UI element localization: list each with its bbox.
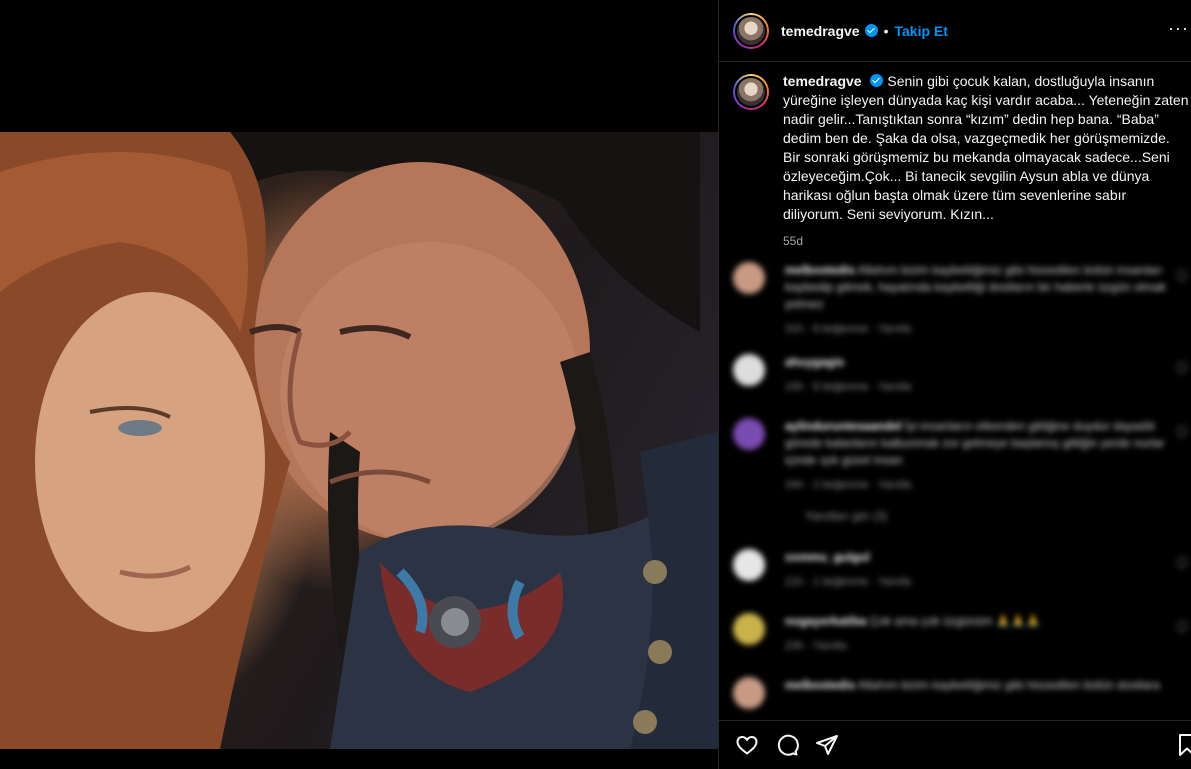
- follow-button[interactable]: Takip Et: [895, 23, 948, 39]
- comment-text: Allahım bizim kaybettiğimiz gibi hissedi…: [857, 678, 1160, 692]
- bookmark-icon[interactable]: [1177, 733, 1191, 757]
- comment-item: ahuygagis 15h · 8 beğenme · Yanıtla: [733, 354, 1191, 396]
- post-age[interactable]: 55d: [783, 232, 1189, 251]
- more-horizontal-icon[interactable]: ···: [1168, 18, 1189, 39]
- comment-meta[interactable]: 15h · 8 beğenme · Yanıtla: [785, 379, 1175, 396]
- comment-icon[interactable]: [775, 733, 799, 757]
- comment-item: aylinduruntesaandel İyi insanların etken…: [733, 418, 1191, 494]
- post-actions-bar: [719, 720, 1191, 769]
- comment-like-heart-icon[interactable]: [1174, 267, 1190, 283]
- comment-meta[interactable]: 21h · 1 beğenme · Yanıtla: [785, 574, 1175, 591]
- comment-like-heart-icon[interactable]: [1174, 554, 1190, 570]
- comment-body: melbostedis Allahım bizim kaybettiğimiz …: [785, 677, 1175, 709]
- comment-item: xxmmu_gulgul 21h · 1 beğenme · Yanıtla: [733, 549, 1191, 591]
- view-replies-label[interactable]: Yanıtları gör (3): [805, 508, 1191, 525]
- post-header: temedragve • Takip Et ···: [719, 0, 1191, 62]
- caption-username[interactable]: temedragve: [783, 73, 862, 89]
- author-avatar-image: [735, 14, 767, 47]
- caption-text: Senin gibi çocuk kalan, dostluğuyla insa…: [783, 73, 1189, 222]
- author-avatar[interactable]: [733, 12, 769, 49]
- verified-badge-icon: [864, 24, 878, 37]
- post-photo[interactable]: [0, 132, 718, 749]
- comment-username[interactable]: melbostedis: [785, 678, 855, 692]
- comment-body: melbostedis Allahım bizim kaybettiğimiz …: [785, 262, 1175, 338]
- comment-username[interactable]: melbostedis: [785, 263, 855, 277]
- share-icon[interactable]: [815, 733, 839, 757]
- caption-author-avatar[interactable]: [733, 74, 769, 110]
- caption-avatar-image: [735, 76, 767, 108]
- comments-list: melbostedis Allahım bizim kaybettiğimiz …: [733, 262, 1191, 720]
- comment-username[interactable]: nogayerkatiba: [785, 614, 866, 628]
- comment-body: ahuygagis 15h · 8 beğenme · Yanıtla: [785, 354, 1175, 396]
- instagram-post-view: temedragve • Takip Et ··· temedragve Sen…: [0, 0, 1191, 769]
- comment-text: Çok ama çok üzgünüm 🙏🙏🙏: [869, 614, 1041, 628]
- comment-like-heart-icon[interactable]: [1174, 359, 1190, 375]
- comment-item: nogayerkatiba Çok ama çok üzgünüm 🙏🙏🙏 23…: [733, 613, 1191, 655]
- comment-like-heart-icon[interactable]: [1174, 423, 1190, 439]
- comment-avatar[interactable]: [733, 613, 765, 645]
- separator-dot: •: [883, 22, 889, 39]
- comment-meta[interactable]: 31h · 8 beğenme · Yanıtla: [785, 321, 1175, 338]
- author-username[interactable]: temedragve: [781, 23, 860, 39]
- comment-avatar[interactable]: [733, 677, 765, 709]
- comment-meta[interactable]: 34h · 2 beğenme · Yanıtla: [785, 477, 1175, 494]
- comment-like-heart-icon[interactable]: [1174, 618, 1190, 634]
- comment-item: melbostedis Allahım bizim kaybettiğimiz …: [733, 262, 1191, 338]
- comment-avatar[interactable]: [733, 354, 765, 386]
- comment-meta[interactable]: 23h · Yanıtla: [785, 638, 1175, 655]
- comment-item: melbostedis Allahım bizim kaybettiğimiz …: [733, 677, 1191, 709]
- comment-username[interactable]: aylinduruntesaandel: [785, 419, 902, 433]
- heart-icon[interactable]: [735, 733, 759, 757]
- comment-avatar[interactable]: [733, 549, 765, 581]
- post-caption: temedragve Senin gibi çocuk kalan, dostl…: [733, 72, 1191, 251]
- view-replies-row[interactable]: Yanıtları gör (3): [733, 508, 1191, 525]
- caption-body: temedragve Senin gibi çocuk kalan, dostl…: [783, 72, 1189, 251]
- photo-illustration: [0, 132, 718, 749]
- comment-avatar[interactable]: [733, 418, 765, 450]
- post-media-area: [0, 0, 718, 769]
- comment-body: xxmmu_gulgul 21h · 1 beğenme · Yanıtla: [785, 549, 1175, 591]
- caption-verified-badge-icon: [870, 74, 884, 87]
- post-side-panel: temedragve • Takip Et ··· temedragve Sen…: [719, 0, 1191, 769]
- comment-username[interactable]: ahuygagis: [785, 355, 844, 369]
- comment-body: nogayerkatiba Çok ama çok üzgünüm 🙏🙏🙏 23…: [785, 613, 1175, 655]
- comment-avatar[interactable]: [733, 262, 765, 294]
- comment-body: aylinduruntesaandel İyi insanların etken…: [785, 418, 1175, 494]
- comment-username[interactable]: xxmmu_gulgul: [785, 550, 870, 564]
